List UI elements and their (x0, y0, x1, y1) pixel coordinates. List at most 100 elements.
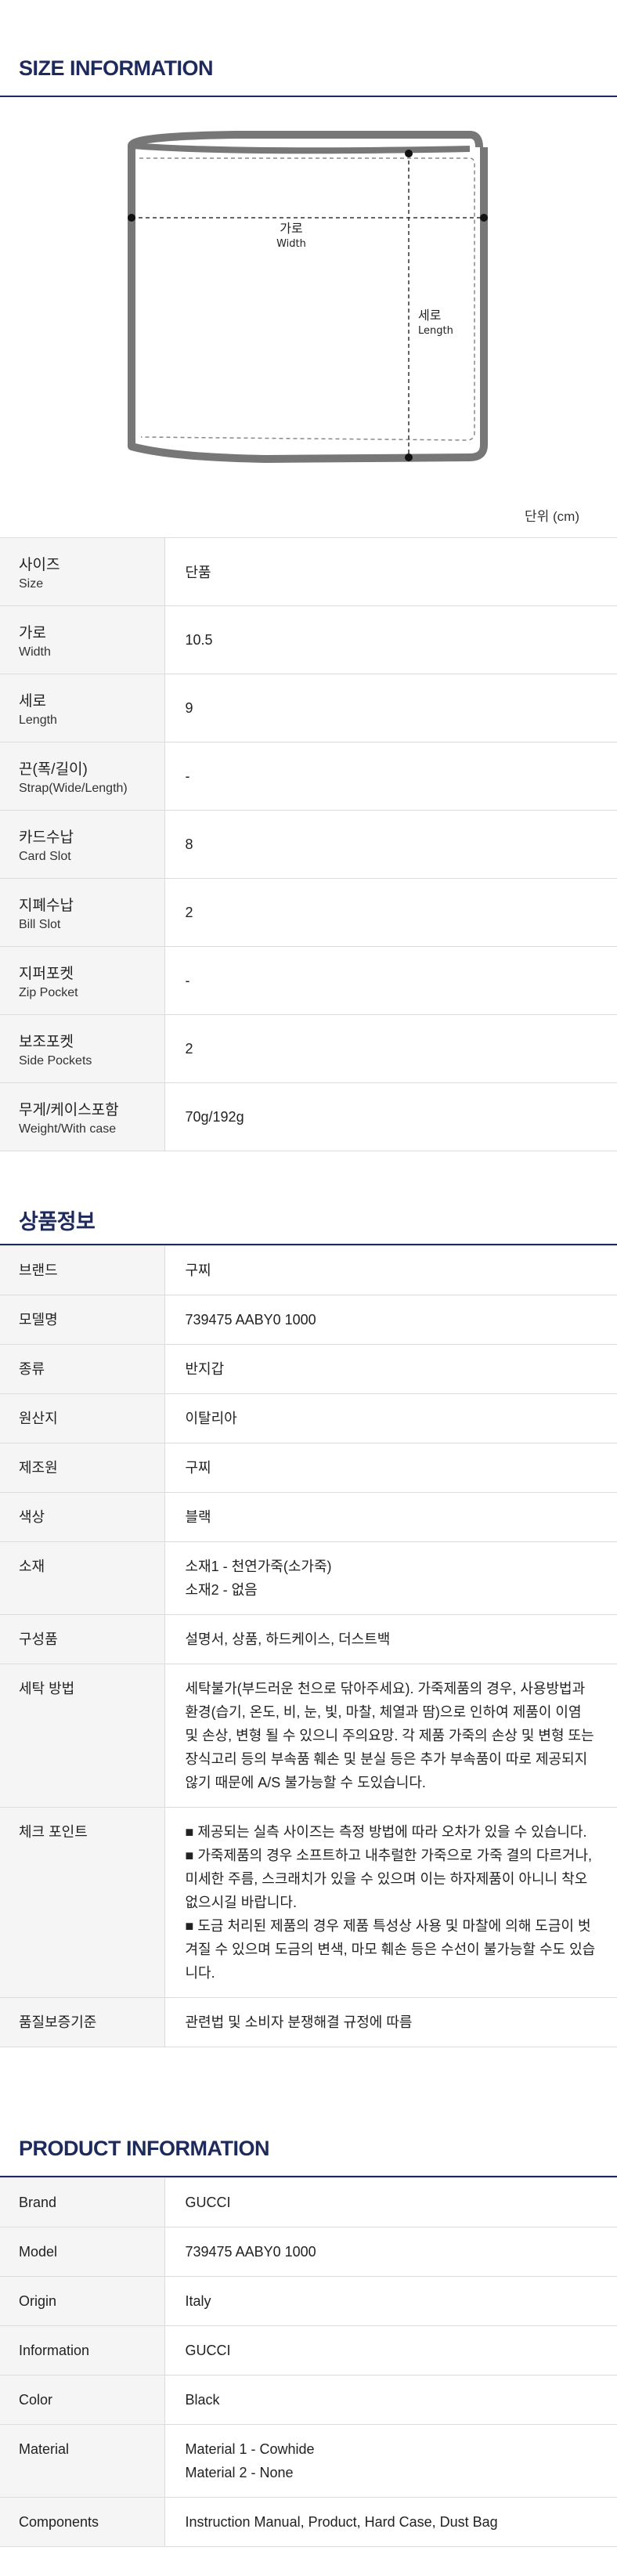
product-ko-row-value-line: 구찌 (185, 1460, 211, 1476)
product-en-row-value-line: Instruction Manual, Product, Hard Case, … (185, 2514, 498, 2530)
product-ko-row: 색상 블랙 (0, 1492, 617, 1542)
size-info-title: SIZE INFORMATION (19, 56, 214, 80)
product-en-row-value: Material 1 - Cowhide Material 2 - None (164, 2424, 617, 2498)
product-ko-row-key: 구성품 (0, 1614, 165, 1664)
size-row-key-ko: 보조포켓 (19, 1033, 74, 1050)
product-ko-row-value: ■ 제공되는 실측 사이즈는 측정 방법에 따라 오차가 있을 수 있습니다. ■… (164, 1807, 617, 1998)
size-row-value: 단품 (164, 537, 617, 606)
product-en-row-value: Instruction Manual, Product, Hard Case, … (164, 2497, 617, 2547)
product-ko-row-value-line: ■ 가죽제품의 경우 소프트하고 내추럴한 가죽으로 가죽 결의 다르거나, 미… (185, 1848, 593, 1910)
product-en-row-value: Italy (164, 2276, 617, 2326)
size-row-value: - (164, 742, 617, 811)
product-ko-row-value: 반지갑 (164, 1344, 617, 1394)
product-ko-row-key: 체크 포인트 (0, 1807, 165, 1998)
size-row-key-ko: 카드수납 (19, 829, 74, 846)
size-row: 보조포켓 Side Pockets 2 (0, 1014, 617, 1083)
size-row-key-ko: 사이즈 (19, 556, 60, 573)
product-ko-row: 원산지 이탈리아 (0, 1393, 617, 1443)
product-ko-row-value: 구찌 (164, 1443, 617, 1493)
product-ko-row-key: 모델명 (0, 1295, 165, 1345)
product-ko-row-value: 소재1 - 천연가죽(소가죽) 소재2 - 없음 (164, 1541, 617, 1615)
size-row-key-en: Size (19, 576, 44, 591)
size-row-key-en: Side Pockets (19, 1053, 92, 1068)
product-ko-row-value-line: 설명서, 상품, 하드케이스, 더스트백 (185, 1631, 391, 1647)
size-table: 사이즈 Size 단품 가로 Width 10.5 세로 Length 9 끈(폭/길이) Stra… (0, 537, 617, 1151)
product-ko-row-key: 세탁 방법 (0, 1664, 165, 1808)
unit-label: 단위 (cm) (525, 509, 579, 524)
size-row-key: 지폐수납 Bill Slot (0, 878, 165, 947)
product-ko-row-value: 세탁불가(부드러운 천으로 닦아주세요). 가죽제품의 경우, 사용방법과 환경… (164, 1664, 617, 1808)
product-ko-row-value-line: ■ 제공되는 실측 사이즈는 측정 방법에 따라 오차가 있을 수 있습니다. (185, 1824, 587, 1840)
product-ko-row-key: 제조원 (0, 1443, 165, 1493)
product-ko-row-value-line: 소재1 - 천연가죽(소가죽) (185, 1559, 332, 1574)
size-row-value: - (164, 946, 617, 1015)
product-en-row: Components Instruction Manual, Product, H… (0, 2497, 617, 2547)
product-en-row-value-line: Black (185, 2392, 220, 2408)
size-row: 사이즈 Size 단품 (0, 537, 617, 606)
product-en-row-value-line: 739475 AABY0 1000 (185, 2244, 316, 2260)
size-row: 무게/케이스포함 Weight/With case 70g/192g (0, 1082, 617, 1151)
width-label-en: Width (276, 238, 306, 250)
product-ko-title: 상품정보 (19, 1210, 96, 1234)
size-row-value: 70g/192g (164, 1082, 617, 1151)
product-ko-row-value: 구찌 (164, 1245, 617, 1295)
size-row-key: 무게/케이스포함 Weight/With case (0, 1082, 165, 1151)
product-ko-row: 종류 반지갑 (0, 1344, 617, 1394)
product-ko-row-value: 관련법 및 소비자 분쟁해결 규정에 따름 (164, 1997, 617, 2047)
product-ko-row-key: 원산지 (0, 1393, 165, 1443)
product-en-row-value: GUCCI (164, 2325, 617, 2375)
size-row-key-ko: 끈(폭/길이) (19, 761, 88, 778)
product-ko-row-key: 색상 (0, 1492, 165, 1542)
product-ko-row: 브랜드 구찌 (0, 1245, 617, 1295)
product-ko-row-value-line: 관련법 및 소비자 분쟁해결 규정에 따름 (185, 2014, 413, 2030)
size-row-value: 9 (164, 674, 617, 742)
product-en-row: Material Material 1 - Cowhide Material 2 -… (0, 2424, 617, 2498)
size-row-key-ko: 세로 (19, 692, 46, 710)
product-ko-row: 세탁 방법 세탁불가(부드러운 천으로 닦아주세요). 가죽제품의 경우, 사용방… (0, 1664, 617, 1808)
size-row-value: 8 (164, 810, 617, 879)
product-ko-table: 브랜드 구찌 모델명 739475 AABY0 1000 종류 반지갑원산지 이탈리아 제조원… (0, 1245, 617, 2047)
size-row-value: 2 (164, 1014, 617, 1083)
product-ko-row-key: 품질보증기준 (0, 1997, 165, 2047)
size-row: 가로 Width 10.5 (0, 605, 617, 674)
product-ko-row-value-line: 반지갑 (185, 1361, 225, 1377)
product-en-row-value-line: Material 1 - Cowhide (185, 2441, 315, 2457)
product-en-row-key: Information (0, 2325, 165, 2375)
product-en-row-value: GUCCI (164, 2177, 617, 2227)
product-ko-row: 제조원 구찌 (0, 1443, 617, 1493)
wallet-size-diagram: 가로 Width 세로 Length (128, 131, 488, 463)
product-ko-row-value-line: 소재2 - 없음 (185, 1582, 258, 1598)
size-row-key: 보조포켓 Side Pockets (0, 1014, 165, 1083)
product-en-row-value: Black (164, 2375, 617, 2425)
product-en-row-value-line: GUCCI (185, 2195, 231, 2210)
size-info-divider (0, 96, 617, 97)
product-en-row-value-line: Material 2 - None (185, 2465, 294, 2480)
product-ko-row-value: 739475 AABY0 1000 (164, 1295, 617, 1345)
product-ko-row-value: 블랙 (164, 1492, 617, 1542)
product-en-row: Origin Italy (0, 2276, 617, 2326)
product-en-row-key: Brand (0, 2177, 165, 2227)
product-en-title: PRODUCT INFORMATION (19, 2137, 269, 2160)
length-label-ko: 세로 (418, 308, 441, 323)
product-ko-row-key: 종류 (0, 1344, 165, 1394)
product-en-row-value-line: GUCCI (185, 2343, 231, 2358)
product-ko-row: 체크 포인트 ■ 제공되는 실측 사이즈는 측정 방법에 따라 오차가 있을 수 … (0, 1807, 617, 1998)
size-row-key-en: Card Slot (19, 849, 71, 863)
product-en-row-key: Components (0, 2497, 165, 2547)
product-en-row: Information GUCCI (0, 2325, 617, 2375)
product-en-row-key: Origin (0, 2276, 165, 2326)
length-label-en: Length (418, 325, 453, 337)
size-row-key: 사이즈 Size (0, 537, 165, 606)
size-row-value: 2 (164, 878, 617, 947)
size-row-key-en: Bill Slot (19, 917, 61, 931)
size-row-key-en: Length (19, 713, 57, 727)
size-row-key: 가로 Width (0, 605, 165, 674)
product-ko-row-value-line: 구찌 (185, 1263, 211, 1278)
product-en-row-value: 739475 AABY0 1000 (164, 2227, 617, 2277)
product-ko-row-key: 소재 (0, 1541, 165, 1615)
product-ko-row: 모델명 739475 AABY0 1000 (0, 1295, 617, 1345)
size-row: 세로 Length 9 (0, 674, 617, 742)
product-ko-row-value-line: 블랙 (185, 1509, 211, 1525)
product-ko-row: 구성품 설명서, 상품, 하드케이스, 더스트백 (0, 1614, 617, 1664)
size-row: 카드수납 Card Slot 8 (0, 810, 617, 879)
